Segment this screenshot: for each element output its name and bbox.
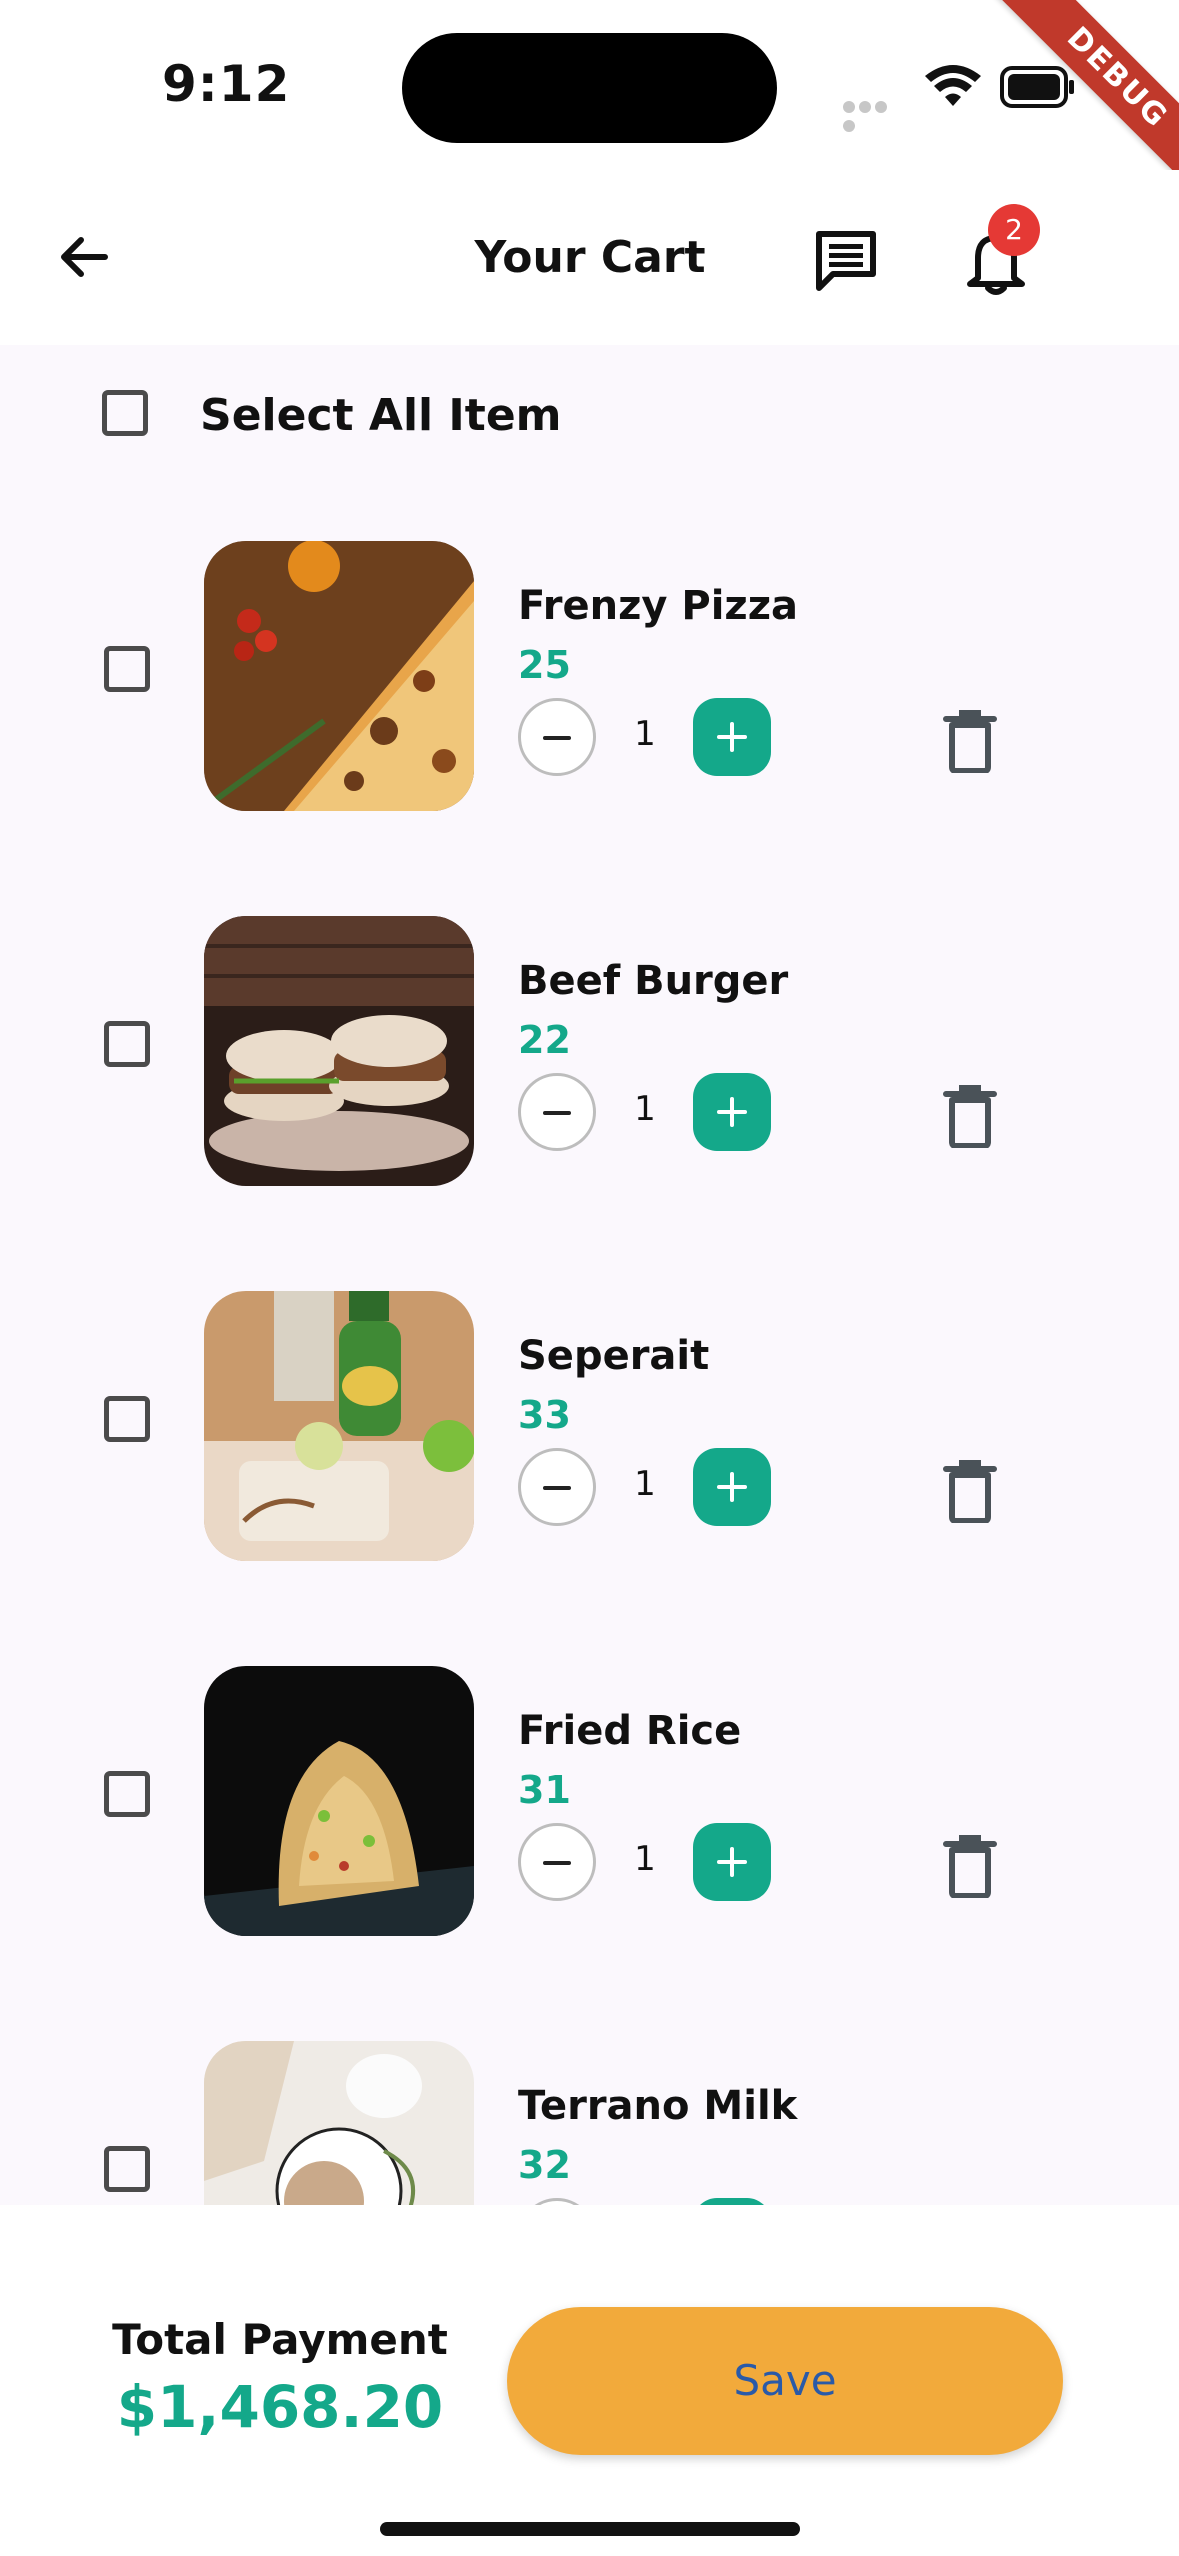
item-price: 31: [518, 1768, 571, 1812]
item-price: 25: [518, 643, 571, 687]
decrease-quantity-button[interactable]: [518, 1448, 596, 1526]
item-checkbox[interactable]: [104, 1771, 150, 1817]
item-checkbox[interactable]: [104, 1021, 150, 1067]
cart-list: Select All Item Frenzy Pizza 25 1 Beef B…: [0, 345, 1179, 2205]
notification-badge: 2: [988, 204, 1040, 256]
cart-item: Terrano Milk 32 1: [0, 2041, 1179, 2205]
cellular-signal-icon: [843, 98, 905, 132]
item-quantity: 1: [634, 714, 656, 754]
decrease-quantity-button[interactable]: [518, 2198, 596, 2205]
fried-rice-photo: [204, 1666, 474, 1936]
item-name: Beef Burger: [518, 958, 789, 1004]
wifi-icon: [925, 65, 981, 106]
status-bar: 9:12 DEBUG: [0, 0, 1179, 224]
home-indicator: [380, 2522, 800, 2536]
trash-icon[interactable]: [942, 1459, 998, 1523]
increase-quantity-button[interactable]: [693, 1073, 771, 1151]
trash-icon[interactable]: [942, 1834, 998, 1898]
increase-quantity-button[interactable]: [693, 1448, 771, 1526]
dynamic-island: [402, 33, 777, 143]
item-checkbox[interactable]: [104, 1396, 150, 1442]
item-quantity: 1: [634, 1839, 656, 1879]
cart-item: Fried Rice 31 1: [0, 1666, 1179, 1966]
total-payment-value: $1,468.20: [116, 2373, 444, 2441]
cart-item: Beef Burger 22 1: [0, 916, 1179, 1216]
page-title: Your Cart: [474, 232, 706, 283]
battery-icon: [1000, 66, 1074, 108]
cart-item: Frenzy Pizza 25 1: [0, 541, 1179, 841]
trash-icon[interactable]: [942, 709, 998, 773]
item-price: 33: [518, 1393, 571, 1437]
pizza-photo: [204, 541, 474, 811]
item-checkbox[interactable]: [104, 2146, 150, 2192]
select-all-checkbox[interactable]: [102, 390, 148, 436]
item-quantity: 1: [634, 1089, 656, 1129]
drink-photo: [204, 1291, 474, 1561]
chat-icon[interactable]: [813, 228, 879, 294]
decrease-quantity-button[interactable]: [518, 1823, 596, 1901]
increase-quantity-button[interactable]: [693, 698, 771, 776]
item-name: Fried Rice: [518, 1708, 742, 1754]
item-price: 22: [518, 1018, 571, 1062]
item-name: Seperait: [518, 1333, 710, 1379]
total-payment-label: Total Payment: [112, 2315, 448, 2364]
item-name: Terrano Milk: [518, 2083, 798, 2129]
item-quantity: 1: [634, 1464, 656, 1504]
trash-icon[interactable]: [942, 1084, 998, 1148]
milk-photo: [204, 2041, 474, 2205]
item-name: Frenzy Pizza: [518, 583, 798, 629]
increase-quantity-button[interactable]: [693, 2198, 771, 2205]
app-bar: Your Cart 2: [0, 170, 1179, 345]
checkout-bar: Total Payment $1,468.20 Save: [0, 2205, 1179, 2556]
item-price: 32: [518, 2143, 571, 2187]
item-checkbox[interactable]: [104, 646, 150, 692]
decrease-quantity-button[interactable]: [518, 1073, 596, 1151]
decrease-quantity-button[interactable]: [518, 698, 596, 776]
back-arrow-icon[interactable]: [55, 228, 113, 286]
status-time: 9:12: [162, 55, 291, 113]
increase-quantity-button[interactable]: [693, 1823, 771, 1901]
burger-photo: [204, 916, 474, 1186]
select-all-label: Select All Item: [200, 390, 562, 441]
save-button[interactable]: Save: [507, 2307, 1063, 2455]
cart-item: Seperait 33 1: [0, 1291, 1179, 1591]
